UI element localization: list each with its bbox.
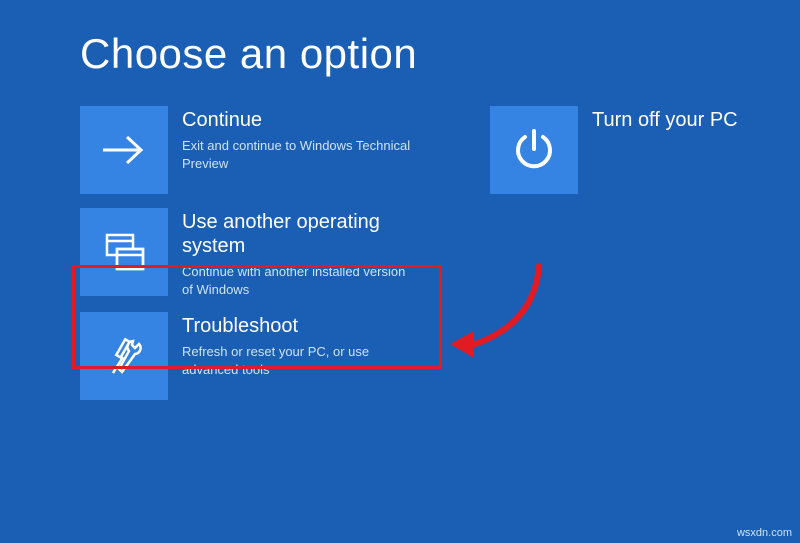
right-column: Turn off your PC	[490, 106, 800, 194]
continue-label: Continue	[182, 108, 412, 132]
troubleshoot-tile[interactable]: Troubleshoot Refresh or reset your PC, o…	[80, 312, 430, 400]
use-another-desc: Continue with another installed version …	[182, 263, 412, 298]
troubleshoot-desc: Refresh or reset your PC, or use advance…	[182, 343, 412, 378]
page-title: Choose an option	[80, 30, 800, 78]
turn-off-label: Turn off your PC	[592, 108, 738, 132]
tools-icon	[80, 312, 168, 400]
use-another-label: Use another operating system	[182, 210, 430, 258]
turn-off-tile[interactable]: Turn off your PC	[490, 106, 800, 194]
arrow-right-icon	[80, 106, 168, 194]
use-another-os-tile[interactable]: Use another operating system Continue wi…	[80, 208, 430, 298]
continue-desc: Exit and continue to Windows Technical P…	[182, 137, 412, 172]
power-icon	[490, 106, 578, 194]
troubleshoot-label: Troubleshoot	[182, 314, 412, 338]
left-column: Continue Exit and continue to Windows Te…	[80, 106, 430, 400]
options-container: Continue Exit and continue to Windows Te…	[80, 106, 800, 400]
watermark: wsxdn.com	[737, 527, 792, 539]
continue-tile[interactable]: Continue Exit and continue to Windows Te…	[80, 106, 430, 194]
windows-icon	[80, 208, 168, 296]
